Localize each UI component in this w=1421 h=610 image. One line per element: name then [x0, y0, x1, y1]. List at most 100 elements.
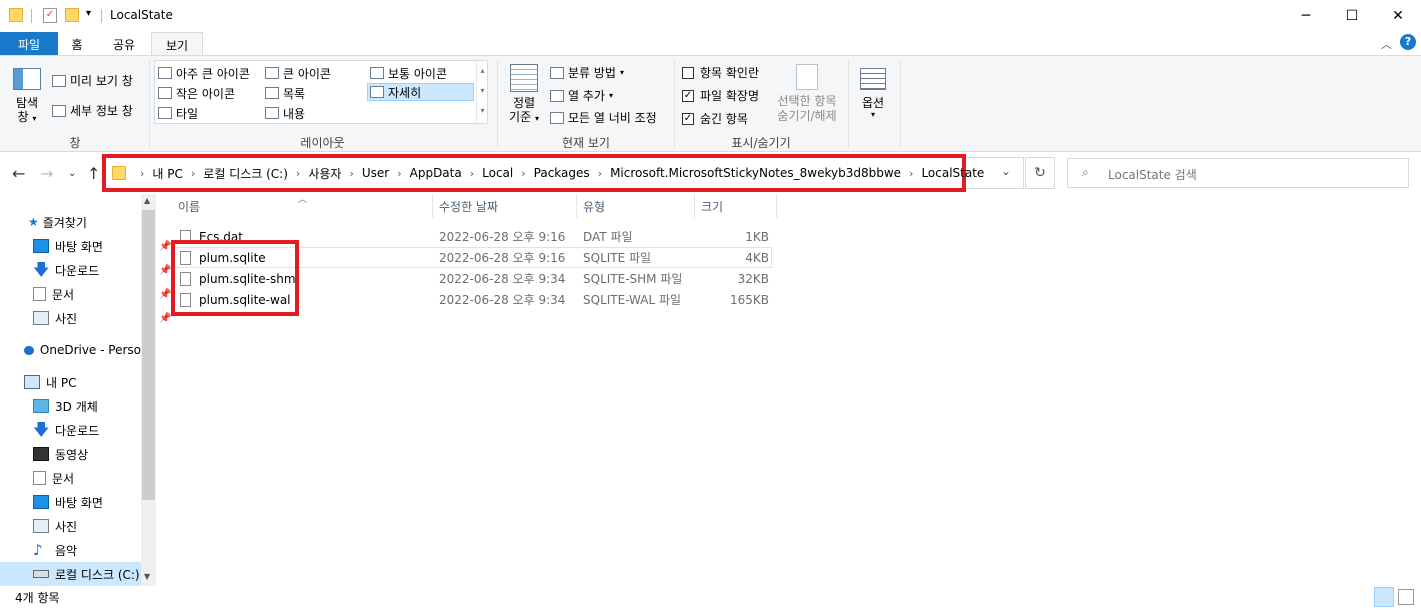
details-pane-icon [52, 104, 66, 117]
group-by-label: 분류 방법 [568, 66, 616, 80]
nav-item-3d-objects[interactable]: 3D 개체 [33, 394, 98, 418]
nav-item-downloads-pc[interactable]: 🡇 다운로드 [33, 418, 99, 442]
nav-item-pictures-pc[interactable]: 사진 [33, 514, 77, 538]
layout-small-icons[interactable]: 작은 아이콘 [158, 84, 235, 102]
document-icon [33, 287, 46, 301]
breadcrumb-item[interactable]: Packages [534, 166, 590, 180]
group-by-button[interactable]: 분류 방법 ▾ [550, 64, 624, 81]
help-icon[interactable]: ? [1400, 34, 1416, 50]
scroll-up-icon[interactable]: ▲ [144, 196, 150, 205]
layout-extra-large-icons[interactable]: 아주 큰 아이콘 [158, 64, 250, 82]
details-pane-button[interactable]: 세부 정보 창 [52, 102, 133, 119]
file-extensions-toggle[interactable]: ✓ 파일 확장명 [682, 87, 759, 104]
breadcrumb-item[interactable]: Local [482, 166, 513, 180]
maximize-button[interactable]: ☐ [1329, 0, 1375, 32]
preview-pane-label: 미리 보기 창 [70, 74, 133, 88]
nav-item-documents-pc[interactable]: 문서 [33, 466, 74, 490]
options-button[interactable]: 옵션 ▾ [852, 64, 894, 119]
navigation-pane-label-text: 창 [17, 110, 29, 124]
layout-large-icons[interactable]: 큰 아이콘 [265, 64, 331, 82]
layout-medium-icons[interactable]: 보통 아이콘 [370, 64, 447, 82]
large-icons-view-icon[interactable] [1398, 589, 1414, 605]
close-button[interactable]: ✕ [1375, 0, 1421, 32]
layout-list[interactable]: 목록 [265, 84, 305, 102]
forward-arrow-icon[interactable]: → [40, 164, 53, 183]
computer-icon [24, 375, 40, 389]
item-checkboxes-toggle[interactable]: 항목 확인란 [682, 64, 759, 81]
breadcrumb-item[interactable]: User [362, 166, 389, 180]
breadcrumb-item[interactable]: AppData [410, 166, 462, 180]
pin-icon[interactable]: 📌 [159, 313, 171, 324]
nav-item-documents[interactable]: 문서 📌 [33, 282, 171, 306]
column-header-date[interactable]: 수정한 날짜 [433, 194, 577, 218]
nav-item-desktop[interactable]: 바탕 화면 📌 [33, 234, 171, 258]
nav-this-pc[interactable]: 내 PC [24, 370, 76, 394]
up-arrow-icon[interactable]: ↑ [87, 164, 100, 183]
large-icons-icon [265, 67, 279, 79]
layout-content[interactable]: 내용 [265, 104, 305, 122]
column-header-type[interactable]: 유형 [577, 194, 695, 218]
breadcrumb-item[interactable]: 내 PC [152, 165, 182, 182]
scroll-down-icon[interactable]: ▼ [144, 572, 150, 581]
preview-pane-button[interactable]: 미리 보기 창 [52, 72, 133, 89]
ribbon: 탐색 창 ▾ 미리 보기 창 세부 정보 창 창 아주 큰 아이콘 큰 아이콘 … [0, 55, 1421, 152]
tab-home[interactable]: 홈 [58, 32, 96, 56]
nav-quick-access[interactable]: ★ 즐겨찾기 [28, 210, 87, 234]
quick-access-dropdown-icon[interactable]: ▾ [86, 8, 91, 19]
pictures-icon [33, 519, 49, 533]
nav-item-music[interactable]: ♪ 음악 [33, 538, 77, 562]
breadcrumb-item[interactable]: Microsoft.MicrosoftStickyNotes_8wekyb3d8… [610, 166, 901, 180]
nav-label: 문서 [52, 471, 75, 486]
tiles-icon [158, 107, 172, 119]
navigation-pane-button[interactable]: 탐색 창 ▾ [8, 64, 46, 130]
breadcrumb-item[interactable]: LocalState [921, 166, 984, 180]
minimize-button[interactable]: ─ [1283, 0, 1329, 32]
file-extensions-checkbox[interactable]: ✓ [682, 89, 694, 102]
hidden-items-toggle[interactable]: ✓ 숨긴 항목 [682, 110, 748, 127]
nav-item-local-disk[interactable]: 로컬 디스크 (C:) [0, 562, 141, 586]
nav-item-videos[interactable]: 동영상 [33, 442, 88, 466]
pin-icon[interactable]: 📌 [159, 265, 171, 276]
collapse-ribbon-icon[interactable]: ︿ [1381, 36, 1392, 52]
pin-icon[interactable]: 📌 [159, 241, 171, 252]
search-input[interactable]: ⌕ LocalState 검색 [1067, 158, 1409, 188]
tab-view[interactable]: 보기 [151, 32, 203, 57]
pin-icon[interactable]: 📌 [159, 289, 171, 300]
nav-label: OneDrive - Perso [39, 343, 141, 357]
hide-selected-button[interactable]: 선택한 항목 숨기기/해제 [772, 64, 842, 124]
chevron-right-icon: › [597, 166, 603, 180]
recent-locations-icon[interactable]: ⌄ [68, 168, 76, 179]
nav-item-desktop-pc[interactable]: 바탕 화면 [33, 490, 103, 514]
sort-by-button[interactable]: 정렬 기준 ▾ [505, 64, 543, 130]
layout-details[interactable]: 자세히 [367, 83, 474, 101]
address-dropdown-icon[interactable]: ⌄ [1001, 164, 1011, 178]
nav-scrollbar-thumb[interactable] [142, 210, 155, 500]
tab-share[interactable]: 공유 [100, 32, 148, 56]
properties-icon[interactable]: ✓ [43, 8, 57, 23]
layout-tiles[interactable]: 타일 [158, 104, 198, 122]
refresh-button[interactable]: ↻ [1025, 157, 1055, 189]
fit-columns-button[interactable]: 모든 열 너비 조정 [550, 109, 657, 126]
add-columns-button[interactable]: 열 추가 ▾ [550, 87, 613, 104]
breadcrumb-item[interactable]: 로컬 디스크 (C:) [203, 165, 288, 182]
sort-by-label-2: 기준 ▾ [505, 110, 543, 126]
gallery-scroll[interactable]: ▴ ▾ ▾ [476, 61, 488, 123]
tab-file[interactable]: 파일 [0, 32, 58, 56]
chevron-right-icon: › [909, 166, 914, 180]
back-arrow-icon[interactable]: ← [12, 164, 25, 183]
nav-item-pictures[interactable]: 사진 📌 [33, 306, 171, 330]
chevron-right-icon: › [521, 166, 526, 180]
nav-item-downloads[interactable]: 🡇 다운로드 📌 [33, 258, 171, 282]
item-checkboxes-checkbox[interactable] [682, 66, 694, 79]
file-size: 165KB [729, 292, 769, 307]
sort-by-icon [510, 64, 538, 92]
hidden-items-checkbox[interactable]: ✓ [682, 112, 694, 125]
column-header-size[interactable]: 크기 [695, 194, 777, 218]
options-label: 옵션 [861, 96, 885, 110]
column-header-name[interactable]: 이름 [172, 194, 433, 218]
group-label-layout: 레이아웃 [300, 136, 345, 150]
breadcrumb-item[interactable]: 사용자 [308, 165, 341, 182]
details-view-icon[interactable] [1374, 587, 1394, 607]
new-folder-icon[interactable] [65, 8, 79, 22]
nav-onedrive[interactable]: OneDrive - Perso [24, 338, 141, 362]
